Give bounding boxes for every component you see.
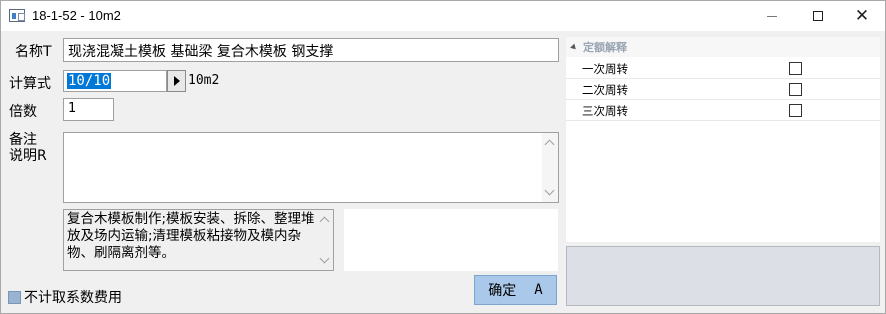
work-content-text: 复合木模板制作;模板安装、拆除、整理堆放及场内运输;清理模板粘接物及模内杂物、刷… [67,211,315,261]
formula-label: 计算式 [9,76,51,92]
quota-row-label: 二次周转 [582,83,628,97]
collapse-caret-icon[interactable] [570,43,578,51]
quota-row[interactable]: 二次周转 [566,79,880,100]
formula-input[interactable]: 10/10 [63,70,167,92]
quota-panel-header[interactable]: 定额解释 [566,37,880,57]
multiplier-input[interactable]: 1 [63,98,114,121]
minimize-icon [767,15,777,17]
maximize-icon [813,11,823,21]
triangle-right-icon [173,76,180,86]
ok-shortcut: A [534,282,543,298]
remark-label: 备注 说明R [9,132,47,164]
close-button[interactable]: ✕ [839,1,885,31]
multiplier-label: 倍数 [9,104,37,120]
scroll-up-icon[interactable] [319,216,330,227]
remark-label-line1: 备注 [9,132,37,148]
name-input[interactable]: 现浇混凝土模板 基础梁 复合木模板 钢支撑 [63,38,559,62]
name-value: 现浇混凝土模板 基础梁 复合木模板 钢支撑 [68,44,334,60]
name-label: 名称T [15,44,52,60]
multiplier-value: 1 [68,101,77,116]
exclude-coefficient-checkbox[interactable]: 不计取系数费用 [8,287,122,307]
quota-row-checkbox[interactable] [789,104,802,117]
quota-row-checkbox[interactable] [789,83,802,96]
ok-label: 确定 [488,283,517,299]
quota-row-label: 一次周转 [582,62,628,76]
formula-value-wrap: 10/10 [67,73,112,89]
title-bar[interactable]: 18-1-52 - 10m2 ✕ [1,1,885,31]
window-title: 18-1-52 - 10m2 [32,8,121,23]
scroll-up-icon[interactable] [544,139,555,150]
extra-info-box [344,209,558,271]
quota-row[interactable]: 一次周转 [566,58,880,79]
remark-textarea[interactable] [63,132,559,203]
quota-row-label: 三次周转 [582,104,628,118]
app-icon [9,9,25,22]
work-content-box: 复合木模板制作;模板安装、拆除、整理堆放及场内运输;清理模板粘接物及模内杂物、刷… [63,209,334,271]
exclude-coefficient-label: 不计取系数费用 [24,290,122,306]
formula-unit: 10m2 [188,73,220,88]
remark-label-line2: 说明R [9,148,47,164]
quota-panel-title: 定额解释 [583,41,627,54]
remark-scrollbar[interactable] [542,133,558,202]
minimize-button[interactable] [749,1,795,31]
formula-expand-button[interactable] [167,70,186,92]
quota-row-checkbox[interactable] [789,62,802,75]
scroll-down-icon[interactable] [319,253,330,264]
scroll-down-icon[interactable] [544,185,555,196]
close-icon: ✕ [854,5,870,26]
formula-value: 10/10 [67,73,112,89]
checkbox-icon[interactable] [8,290,21,304]
quota-row[interactable]: 三次周转 [566,100,880,121]
quota-panel: 定额解释 一次周转 二次周转 三次周转 [566,37,880,242]
maximize-button[interactable] [795,1,841,31]
quota-dialog: 18-1-52 - 10m2 ✕ 名称T 现浇混凝土模板 基础梁 复合木模板 钢… [0,0,886,314]
help-panel [566,246,880,306]
work-content-scrollbar[interactable] [317,210,333,270]
ok-button[interactable]: 确定 A [474,275,557,305]
